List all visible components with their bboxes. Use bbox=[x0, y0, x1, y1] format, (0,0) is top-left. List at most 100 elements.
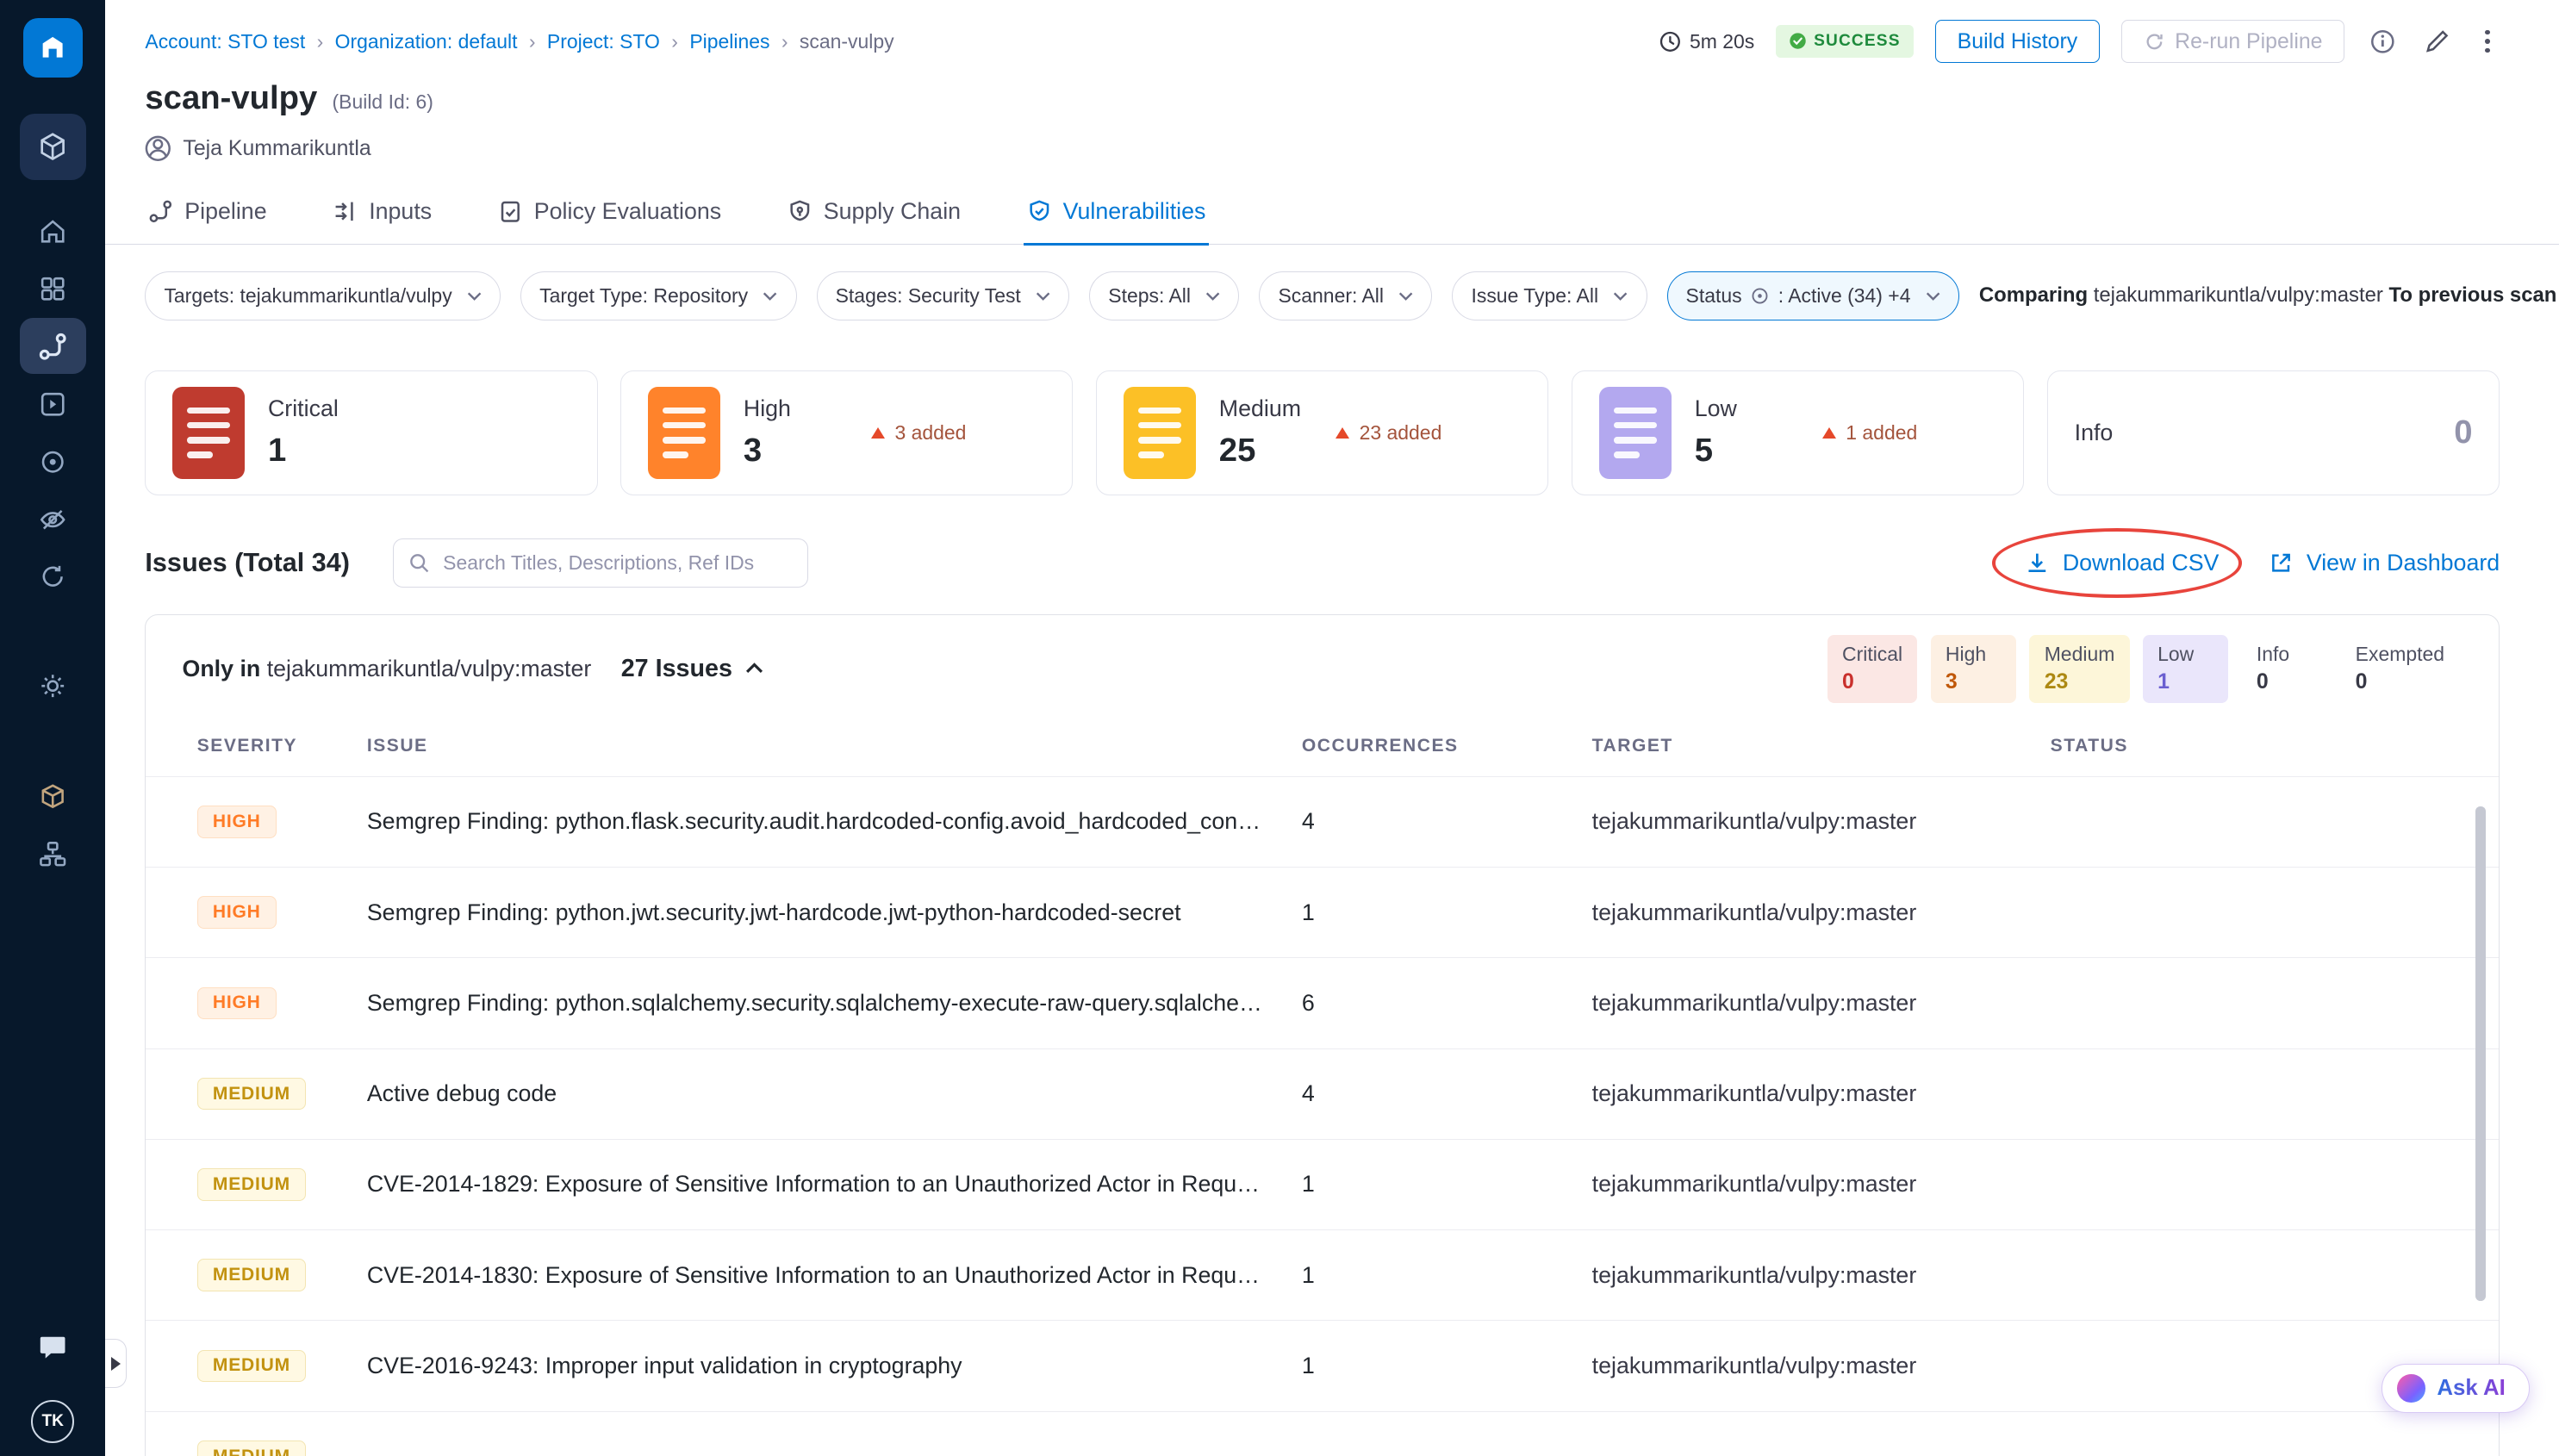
harness-logo-icon[interactable] bbox=[23, 18, 83, 78]
severity-card-high[interactable]: High 3 3 added bbox=[620, 370, 1073, 495]
breadcrumb-pipelines[interactable]: Pipelines bbox=[689, 30, 769, 53]
help-info-icon[interactable] bbox=[2366, 25, 2399, 58]
search-input[interactable] bbox=[393, 538, 808, 588]
sidebar-item-gitops[interactable] bbox=[20, 549, 86, 605]
filter-steps[interactable]: Steps: All bbox=[1089, 271, 1239, 320]
chevron-down-icon bbox=[763, 291, 777, 301]
module-switcher-icon[interactable] bbox=[20, 114, 86, 180]
table-row[interactable]: HIGH Semgrep Finding: python.sqlalchemy.… bbox=[146, 958, 2499, 1048]
view-in-dashboard-button[interactable]: View in Dashboard bbox=[2269, 550, 2500, 576]
severity-badge: HIGH bbox=[197, 987, 277, 1019]
table-scrollbar[interactable] bbox=[2475, 806, 2485, 1301]
main-panel: Account: STO test › Organization: defaul… bbox=[105, 0, 2559, 1456]
summary-chip-exempted: Exempted 0 bbox=[2340, 635, 2459, 703]
target-value: tejakummarikuntla/vulpy:master bbox=[1592, 1080, 2051, 1107]
severity-badge: MEDIUM bbox=[197, 1350, 306, 1382]
filter-label: Target Type: Repository bbox=[539, 284, 748, 308]
download-csv-button[interactable]: Download CSV bbox=[2025, 550, 2220, 576]
filter-scanner[interactable]: Scanner: All bbox=[1259, 271, 1432, 320]
issues-toolbar: Issues (Total 34) Download CSV bbox=[145, 538, 2500, 588]
severity-card-info[interactable]: Info 0 bbox=[2047, 370, 2500, 495]
search-wrapper bbox=[393, 538, 808, 588]
edit-pipeline-icon[interactable] bbox=[2420, 25, 2453, 58]
table-row[interactable]: MEDIUM CVE-2014-1829: Exposure of Sensit… bbox=[146, 1140, 2499, 1230]
breadcrumb-project[interactable]: Project: STO bbox=[547, 30, 660, 53]
breadcrumb-organization[interactable]: Organization: default bbox=[335, 30, 518, 53]
sidebar-item-executions[interactable] bbox=[20, 376, 86, 432]
more-options-icon[interactable] bbox=[2475, 27, 2500, 56]
sidebar-item-organizations[interactable] bbox=[20, 826, 86, 882]
arrow-up-icon bbox=[1336, 427, 1349, 439]
filter-status[interactable]: Status : Active (34) +4 bbox=[1667, 271, 1959, 320]
summary-chip-info: Info 0 bbox=[2242, 635, 2328, 703]
circular-arrow-icon bbox=[38, 562, 67, 591]
policy-check-icon bbox=[498, 199, 523, 224]
summary-chip-label: Low bbox=[2157, 643, 2213, 666]
tab-policy-evaluations[interactable]: Policy Evaluations bbox=[495, 182, 725, 246]
breadcrumb-separator: › bbox=[781, 30, 788, 53]
vulnerabilities-content: Targets: tejakummarikuntla/vulpy Target … bbox=[105, 245, 2559, 1456]
severity-card-label: High bbox=[744, 395, 791, 422]
download-csv-label: Download CSV bbox=[2063, 550, 2220, 576]
summary-chip-label: Info bbox=[2257, 643, 2313, 666]
build-history-button[interactable]: Build History bbox=[1935, 20, 2100, 63]
table-row[interactable]: HIGH Semgrep Finding: python.flask.secur… bbox=[146, 777, 2499, 868]
clock-icon bbox=[1659, 30, 1682, 53]
filter-target-type[interactable]: Target Type: Repository bbox=[520, 271, 797, 320]
column-header-issue: ISSUE bbox=[367, 736, 1302, 756]
user-avatar[interactable]: TK bbox=[31, 1400, 74, 1443]
severity-card-low[interactable]: Low 5 1 added bbox=[1572, 370, 2024, 495]
sidebar-item-security-tests[interactable] bbox=[20, 491, 86, 547]
occurrences-value: 6 bbox=[1302, 990, 1592, 1017]
ask-ai-icon bbox=[2397, 1374, 2425, 1403]
sidebar-item-settings[interactable] bbox=[20, 657, 86, 713]
group-title: Only in tejakummarikuntla/vulpy:master bbox=[182, 656, 591, 682]
filters-row: Targets: tejakummarikuntla/vulpy Target … bbox=[145, 271, 2500, 320]
summary-chip-label: Medium bbox=[2045, 643, 2115, 666]
status-badge: SUCCESS bbox=[1776, 25, 1914, 57]
eye-off-icon bbox=[38, 505, 67, 534]
sidebar-item-artifacts[interactable] bbox=[20, 768, 86, 824]
filter-issue-type[interactable]: Issue Type: All bbox=[1452, 271, 1647, 320]
tab-pipeline[interactable]: Pipeline bbox=[145, 182, 270, 246]
breadcrumb-account[interactable]: Account: STO test bbox=[145, 30, 305, 53]
table-row[interactable]: HIGH Semgrep Finding: python.jwt.securit… bbox=[146, 868, 2499, 958]
tab-label: Inputs bbox=[369, 198, 432, 225]
sidebar-expand-handle[interactable] bbox=[105, 1339, 127, 1388]
sidebar-item-deployments[interactable] bbox=[20, 433, 86, 489]
table-row[interactable]: MEDIUM Active debug code 4 tejakummariku… bbox=[146, 1049, 2499, 1140]
table-row[interactable]: MEDIUM CVE-2014-1830: Exposure of Sensit… bbox=[146, 1230, 2499, 1321]
filter-targets[interactable]: Targets: tejakummarikuntla/vulpy bbox=[145, 271, 501, 320]
issues-panel: Only in tejakummarikuntla/vulpy:master 2… bbox=[145, 614, 2500, 1456]
filter-label: Targets: tejakummarikuntla/vulpy bbox=[164, 284, 451, 308]
tab-vulnerabilities[interactable]: Vulnerabilities bbox=[1024, 182, 1209, 246]
filter-stages[interactable]: Stages: Security Test bbox=[817, 271, 1070, 320]
severity-badge: HIGH bbox=[197, 806, 277, 837]
sidebar-item-builds[interactable] bbox=[20, 260, 86, 316]
table-row-partial[interactable]: MEDIUM bbox=[146, 1412, 2499, 1456]
pipeline-icon bbox=[38, 332, 67, 361]
summary-chip-high: High 3 bbox=[1931, 635, 2017, 703]
tab-supply-chain[interactable]: Supply Chain bbox=[784, 182, 964, 246]
info-circle-icon bbox=[2369, 28, 2396, 55]
rerun-pipeline-button[interactable]: Re-run Pipeline bbox=[2121, 20, 2344, 63]
sidebar-item-pipelines[interactable] bbox=[20, 318, 86, 374]
severity-cards: Critical 1 High 3 3 added Medium bbox=[145, 370, 2500, 495]
group-issues-count[interactable]: 27 Issues bbox=[621, 655, 764, 683]
severity-card-medium[interactable]: Medium 25 23 added bbox=[1096, 370, 1548, 495]
status-circle-icon bbox=[1750, 286, 1770, 306]
table-row[interactable]: MEDIUM CVE-2016-9243: Improper input val… bbox=[146, 1321, 2499, 1411]
target-value: tejakummarikuntla/vulpy:master bbox=[1592, 808, 2051, 835]
occurrences-value: 1 bbox=[1302, 1262, 1592, 1289]
severity-card-critical[interactable]: Critical 1 bbox=[145, 370, 597, 495]
ask-ai-button[interactable]: Ask AI bbox=[2382, 1364, 2529, 1413]
feedback-chat-icon[interactable] bbox=[36, 1331, 69, 1370]
added-text: 1 added bbox=[1846, 421, 1917, 445]
arrow-up-icon bbox=[871, 427, 885, 439]
severity-badge: MEDIUM bbox=[197, 1440, 306, 1456]
summary-chip-low: Low 1 bbox=[2143, 635, 2229, 703]
execution-tabs: Pipeline Inputs Policy Evaluations Suppl… bbox=[105, 182, 2559, 245]
tab-inputs[interactable]: Inputs bbox=[329, 182, 435, 246]
sidebar-item-home[interactable] bbox=[20, 202, 86, 258]
gear-icon bbox=[38, 671, 67, 700]
